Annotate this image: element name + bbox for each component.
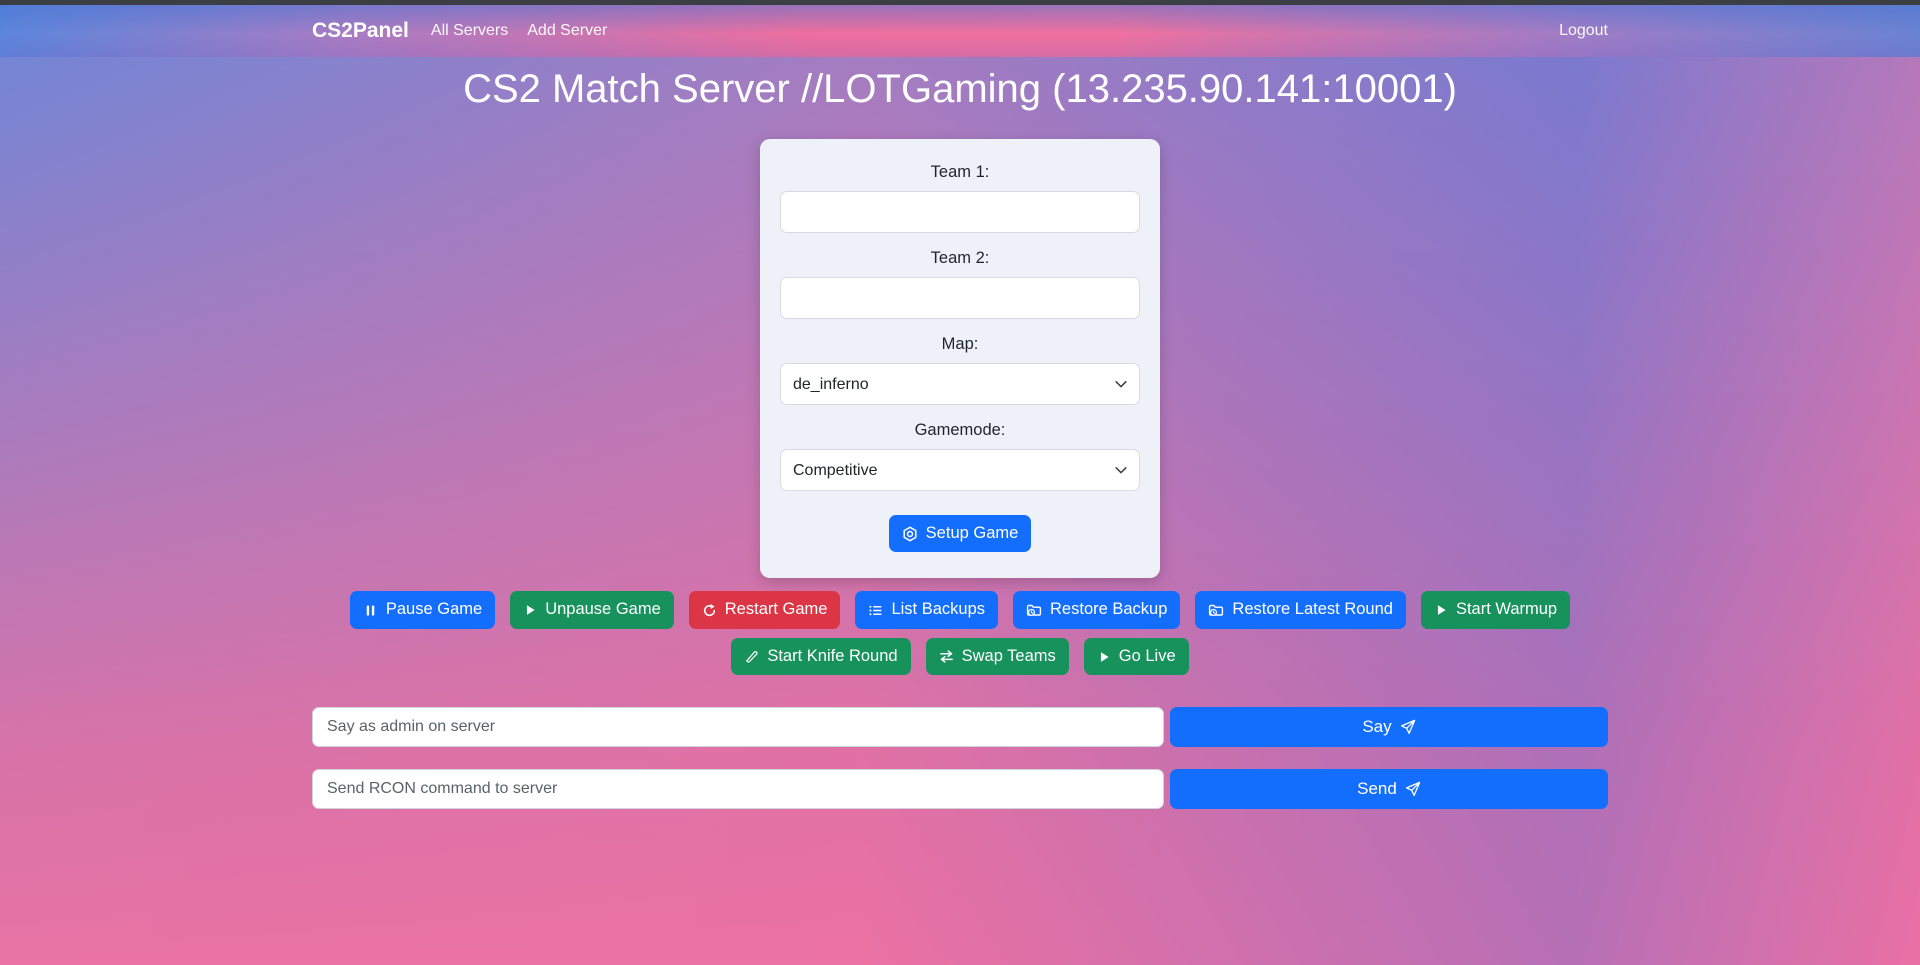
actions-row-1: Pause Game Unpause Game Restart Game Lis… xyxy=(0,591,1920,628)
gamemode-select[interactable]: Competitive xyxy=(780,449,1140,491)
send-button[interactable]: Send xyxy=(1170,769,1608,809)
restart-icon xyxy=(702,603,717,618)
knife-icon xyxy=(744,649,759,664)
start-knife-round-button[interactable]: Start Knife Round xyxy=(731,638,910,675)
play-icon xyxy=(1434,603,1448,617)
say-row: Say xyxy=(312,707,1608,747)
map-label: Map: xyxy=(780,335,1140,354)
folder-history-icon xyxy=(1208,602,1224,618)
play-icon xyxy=(523,603,537,617)
say-input[interactable] xyxy=(312,707,1164,747)
match-setup-card: Team 1: Team 2: Map: de_inferno Gamemode… xyxy=(760,139,1160,578)
setup-game-label: Setup Game xyxy=(926,523,1019,544)
team1-input[interactable] xyxy=(780,191,1140,233)
map-select[interactable]: de_inferno xyxy=(780,363,1140,405)
team1-label: Team 1: xyxy=(780,163,1140,182)
start-warmup-button[interactable]: Start Warmup xyxy=(1421,591,1570,628)
page-title: CS2 Match Server //LOTGaming (13.235.90.… xyxy=(0,67,1920,112)
unpause-game-button[interactable]: Unpause Game xyxy=(510,591,674,628)
swap-icon xyxy=(939,649,954,664)
pause-icon xyxy=(363,603,378,618)
pause-game-button[interactable]: Pause Game xyxy=(350,591,495,628)
send-icon xyxy=(1400,719,1416,735)
team2-label: Team 2: xyxy=(780,249,1140,268)
window-top-strip xyxy=(0,0,1920,5)
swap-teams-button[interactable]: Swap Teams xyxy=(926,638,1069,675)
folder-history-icon xyxy=(1026,602,1042,618)
setup-game-button[interactable]: Setup Game xyxy=(889,515,1032,552)
restore-latest-round-button[interactable]: Restore Latest Round xyxy=(1195,591,1406,628)
brand-logo[interactable]: CS2Panel xyxy=(312,19,409,43)
play-icon xyxy=(1097,650,1111,664)
rcon-row: Send xyxy=(312,769,1608,809)
rcon-input[interactable] xyxy=(312,769,1164,809)
send-icon xyxy=(1405,781,1421,797)
team2-input[interactable] xyxy=(780,277,1140,319)
nav-link-all-servers[interactable]: All Servers xyxy=(431,22,508,40)
list-icon xyxy=(868,603,883,618)
go-live-button[interactable]: Go Live xyxy=(1084,638,1189,675)
gear-icon xyxy=(902,526,918,542)
nav-link-add-server[interactable]: Add Server xyxy=(527,22,607,40)
navbar: CS2Panel All Servers Add Server Logout xyxy=(0,5,1920,57)
logout-link[interactable]: Logout xyxy=(1559,22,1608,40)
actions-row-2: Start Knife Round Swap Teams Go Live xyxy=(0,638,1920,675)
restore-backup-button[interactable]: Restore Backup xyxy=(1013,591,1180,628)
list-backups-button[interactable]: List Backups xyxy=(855,591,998,628)
gamemode-label: Gamemode: xyxy=(780,421,1140,440)
restart-game-button[interactable]: Restart Game xyxy=(689,591,841,628)
say-button[interactable]: Say xyxy=(1170,707,1608,747)
